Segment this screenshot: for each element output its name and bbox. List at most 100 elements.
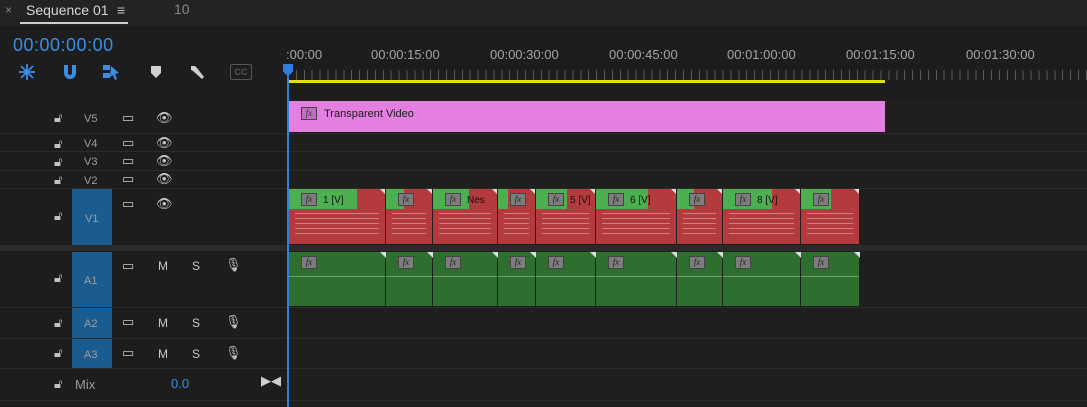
fx-badge: fx [813, 193, 829, 206]
v5-clip[interactable]: fx Transparent Video [289, 101, 885, 132]
a1-clip[interactable]: fx [433, 252, 498, 306]
mute-button[interactable]: M [158, 259, 168, 273]
lock-icon[interactable]: 🔓︎ [54, 136, 62, 152]
solo-button[interactable]: S [192, 259, 200, 273]
fx-badge: fx [301, 107, 317, 120]
clip-thumbnail [602, 213, 670, 235]
microphone-icon[interactable]: 🎙︎ [225, 314, 242, 330]
ruler-label: 00:01:30:00 [966, 47, 1035, 62]
clip-label: 6 [V] [630, 195, 651, 206]
clip-thumbnail [683, 213, 716, 235]
fx-badge: fx [608, 256, 624, 269]
lock-icon[interactable]: 🔓︎ [54, 270, 62, 286]
tab-close-button[interactable]: × [5, 3, 12, 17]
tab-menu-icon[interactable]: ≡ [117, 2, 125, 18]
a1-clip[interactable]: fx [386, 252, 433, 306]
eye-icon[interactable]: 👁︎ [156, 171, 173, 187]
solo-button[interactable]: S [192, 316, 200, 330]
eye-icon[interactable]: 👁︎ [156, 135, 173, 151]
transition-marker [427, 189, 432, 195]
waveform-line [677, 276, 722, 277]
a1-clip[interactable]: fx [536, 252, 596, 306]
a1-clip[interactable]: fx [801, 252, 860, 306]
panel-header [0, 0, 1087, 26]
snap-icon[interactable] [16, 61, 38, 83]
sync-lock-icon[interactable]: ▭ [122, 135, 134, 151]
mute-button[interactable]: M [158, 316, 168, 330]
tab-sequence[interactable]: Sequence 01 [26, 2, 109, 18]
ruler-label: 00:00:30:00 [490, 47, 559, 62]
mute-button[interactable]: M [158, 347, 168, 361]
mix-volume-value[interactable]: 0.0 [171, 376, 189, 391]
playhead-line[interactable] [287, 68, 289, 407]
row-divider [0, 400, 1087, 401]
eye-icon[interactable]: 👁︎ [156, 110, 173, 126]
lock-icon[interactable]: 🔓︎ [54, 110, 62, 126]
transition-marker [492, 189, 497, 195]
ruler-label: 00:00:45:00 [609, 47, 678, 62]
fx-badge: fx [689, 193, 705, 206]
v1-clip[interactable]: fx 5 [V] [536, 189, 595, 244]
a1-clip[interactable]: fx [723, 252, 801, 306]
a1-clip[interactable]: fx [596, 252, 677, 306]
lock-icon[interactable]: 🔓︎ [54, 208, 62, 224]
lock-icon[interactable]: 🔓︎ [54, 315, 62, 331]
v1-clip[interactable]: fx [677, 189, 722, 244]
waveform-line [498, 276, 535, 277]
lock-icon[interactable]: 🔓︎ [54, 345, 62, 361]
transition-marker [671, 189, 676, 195]
marker-icon[interactable] [145, 61, 167, 83]
track-name-a2: A2 [84, 318, 98, 330]
lock-icon[interactable]: 🔓︎ [54, 172, 62, 188]
fx-badge: fx [510, 256, 526, 269]
time-ruler[interactable] [288, 26, 1087, 100]
sync-lock-icon[interactable]: ▭ [122, 196, 134, 212]
fx-badge: fx [689, 256, 705, 269]
lock-icon[interactable]: 🔓︎ [54, 376, 62, 392]
v1-clip[interactable]: fx [498, 189, 535, 244]
playhead-timecode[interactable]: 00:00:00:00 [13, 35, 114, 56]
work-area-bar[interactable] [288, 80, 885, 83]
sync-lock-icon[interactable]: ▭ [122, 314, 134, 330]
sync-lock-icon[interactable]: ▭ [122, 345, 134, 361]
ruler-label: 00:01:00:00 [727, 47, 796, 62]
microphone-icon[interactable]: 🎙︎ [225, 345, 242, 361]
video-audio-divider[interactable] [0, 245, 1087, 251]
v1-clip[interactable]: fx [386, 189, 432, 244]
track-name-v1: V1 [85, 213, 99, 225]
clip-thumbnail [504, 213, 529, 235]
a1-clip[interactable]: fx [677, 252, 723, 306]
lock-icon[interactable]: 🔓︎ [54, 154, 62, 170]
row-divider [0, 133, 1087, 134]
v1-clip[interactable]: fx 8 [V] [723, 189, 800, 244]
sync-lock-icon[interactable]: ▭ [122, 171, 134, 187]
magnet-icon[interactable] [59, 61, 81, 83]
v1-clip[interactable]: fx [801, 189, 859, 244]
microphone-icon[interactable]: 🎙︎ [225, 257, 242, 273]
wrench-icon[interactable] [187, 61, 209, 83]
v1-clip[interactable]: fx Nes [433, 189, 497, 244]
tab-overflow[interactable]: 10 [174, 1, 190, 17]
transition-marker [530, 189, 535, 195]
go-to-edit-icon[interactable]: ▶◀ [261, 373, 281, 389]
solo-button[interactable]: S [192, 347, 200, 361]
transition-marker [590, 189, 595, 195]
a1-clip[interactable]: fx [498, 252, 536, 306]
fx-badge: fx [608, 193, 624, 206]
sync-lock-icon[interactable]: ▭ [122, 153, 134, 169]
captions-icon[interactable]: CC [229, 61, 253, 83]
fx-badge: fx [548, 256, 564, 269]
fx-badge: fx [445, 256, 461, 269]
sync-lock-icon[interactable]: ▭ [122, 110, 134, 126]
linked-selection-icon[interactable] [100, 61, 122, 83]
eye-icon[interactable]: 👁︎ [156, 196, 173, 212]
waveform-line [433, 276, 497, 277]
eye-icon[interactable]: 👁︎ [156, 153, 173, 169]
mix-label: Mix [75, 377, 96, 392]
track-name-a1: A1 [84, 275, 98, 287]
v1-clip[interactable]: fx 1 [V] [289, 189, 385, 244]
v1-clip[interactable]: fx 6 [V] [596, 189, 676, 244]
waveform-line [536, 276, 595, 277]
sync-lock-icon[interactable]: ▭ [122, 258, 134, 274]
a1-clip[interactable]: fx [289, 252, 386, 306]
